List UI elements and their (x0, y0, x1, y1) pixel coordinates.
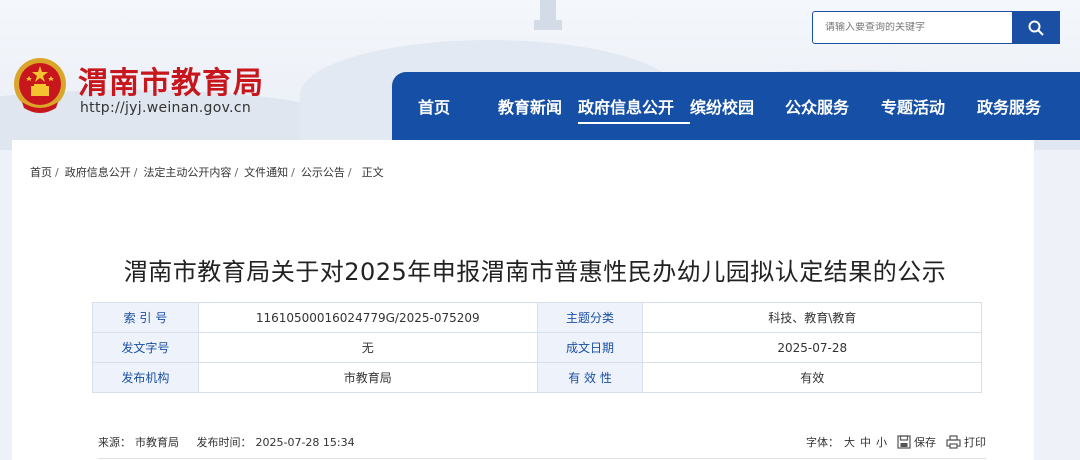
nav-item-gov-service[interactable]: 政务服务 (977, 72, 1057, 140)
site-title[interactable]: 渭南市教育局 (78, 58, 264, 102)
breadcrumb-separator: / (234, 165, 239, 179)
search-icon (1028, 20, 1044, 36)
breadcrumb-current: 正文 (361, 166, 384, 179)
article-tools: 字体： 大 中 小 保存 打印 (806, 434, 986, 450)
article-title: 渭南市教育局关于对2025年申报渭南市普惠性民办幼儿园拟认定结果的公示 (123, 258, 947, 286)
font-size-large-button[interactable]: 大 (844, 434, 855, 450)
divider (98, 458, 986, 459)
meta-value: 科技、教育\教育 (642, 302, 982, 333)
publish-time-value: 2025-07-28 15:34 (255, 436, 355, 449)
meta-value: 市教育局 (197, 362, 538, 393)
breadcrumb-separator: / (291, 165, 295, 179)
main-nav: 首页 教育新闻 政府信息公开 缤纷校园 公众服务 专题活动 政务服务 (392, 72, 1080, 140)
nav-item-news[interactable]: 教育新闻 (498, 72, 578, 140)
search-button[interactable] (1012, 11, 1060, 44)
breadcrumb-item[interactable]: 法定主动公开内容 (143, 164, 231, 180)
breadcrumb-item[interactable]: 首页 (30, 164, 52, 180)
font-size-small-button[interactable]: 小 (876, 434, 887, 450)
meta-label: 有 效 性 (536, 362, 644, 393)
nav-item-home[interactable]: 首页 (418, 72, 498, 140)
nav-item-campus[interactable]: 缤纷校园 (690, 72, 785, 140)
publish-time-label: 发布时间： (196, 436, 252, 449)
meta-label: 发文字号 (92, 332, 199, 363)
table-row: 发布机构 市教育局 有 效 性 有效 (92, 362, 982, 393)
table-row: 索 引 号 11610500016024779G/2025-075209 主题分… (92, 302, 982, 333)
meta-table: 索 引 号 11610500016024779G/2025-075209 主题分… (92, 302, 982, 393)
nav-item-gov-info[interactable]: 政府信息公开 (578, 72, 690, 140)
source-bar: 来源： 市教育局 发布时间： 2025-07-28 15:34 字体： 大 中 小 … (98, 434, 986, 450)
meta-value: 有效 (642, 362, 982, 393)
source-label: 来源： (98, 436, 131, 449)
breadcrumb: 首页 / 政府信息公开 / 法定主动公开内容 / 文件通知 / 公示公告 / 正文 (30, 164, 384, 180)
source-info: 来源： 市教育局 发布时间： 2025-07-28 15:34 (98, 434, 359, 450)
table-row: 发文字号 无 成文日期 2025-07-28 (92, 332, 982, 363)
meta-value: 11610500016024779G/2025-075209 (197, 302, 538, 333)
font-size-label: 字体： (806, 436, 839, 449)
meta-label: 索 引 号 (92, 302, 199, 333)
print-button[interactable]: 打印 (946, 434, 986, 450)
printer-icon (946, 435, 961, 449)
print-label: 打印 (964, 436, 986, 449)
save-label: 保存 (914, 436, 936, 449)
breadcrumb-item[interactable]: 公示公告 (301, 164, 345, 180)
breadcrumb-separator: / (55, 165, 59, 179)
breadcrumb-item[interactable]: 政府信息公开 (65, 164, 131, 180)
nav-item-public-service[interactable]: 公众服务 (785, 72, 881, 140)
meta-label: 发布机构 (92, 362, 199, 393)
font-size-medium-button[interactable]: 中 (860, 434, 871, 450)
save-button[interactable]: 保存 (897, 434, 936, 450)
meta-label: 主题分类 (536, 302, 644, 333)
breadcrumb-item[interactable]: 文件通知 (244, 164, 288, 180)
national-emblem-icon (14, 58, 66, 113)
source-value: 市教育局 (135, 436, 179, 449)
nav-item-special[interactable]: 专题活动 (881, 72, 977, 140)
meta-value: 2025-07-28 (642, 332, 982, 363)
breadcrumb-separator: / (133, 165, 138, 179)
meta-label: 成文日期 (536, 332, 644, 363)
breadcrumb-separator: / (347, 165, 352, 179)
content-card: 首页 / 政府信息公开 / 法定主动公开内容 / 文件通知 / 公示公告 / 正文 渭南市… (12, 140, 1034, 460)
site-url: http://jyj.weinan.gov.cn (80, 100, 252, 116)
save-icon (897, 435, 911, 449)
search-input[interactable] (813, 22, 1013, 33)
meta-value: 无 (197, 332, 538, 363)
tower-decoration (534, 20, 562, 30)
